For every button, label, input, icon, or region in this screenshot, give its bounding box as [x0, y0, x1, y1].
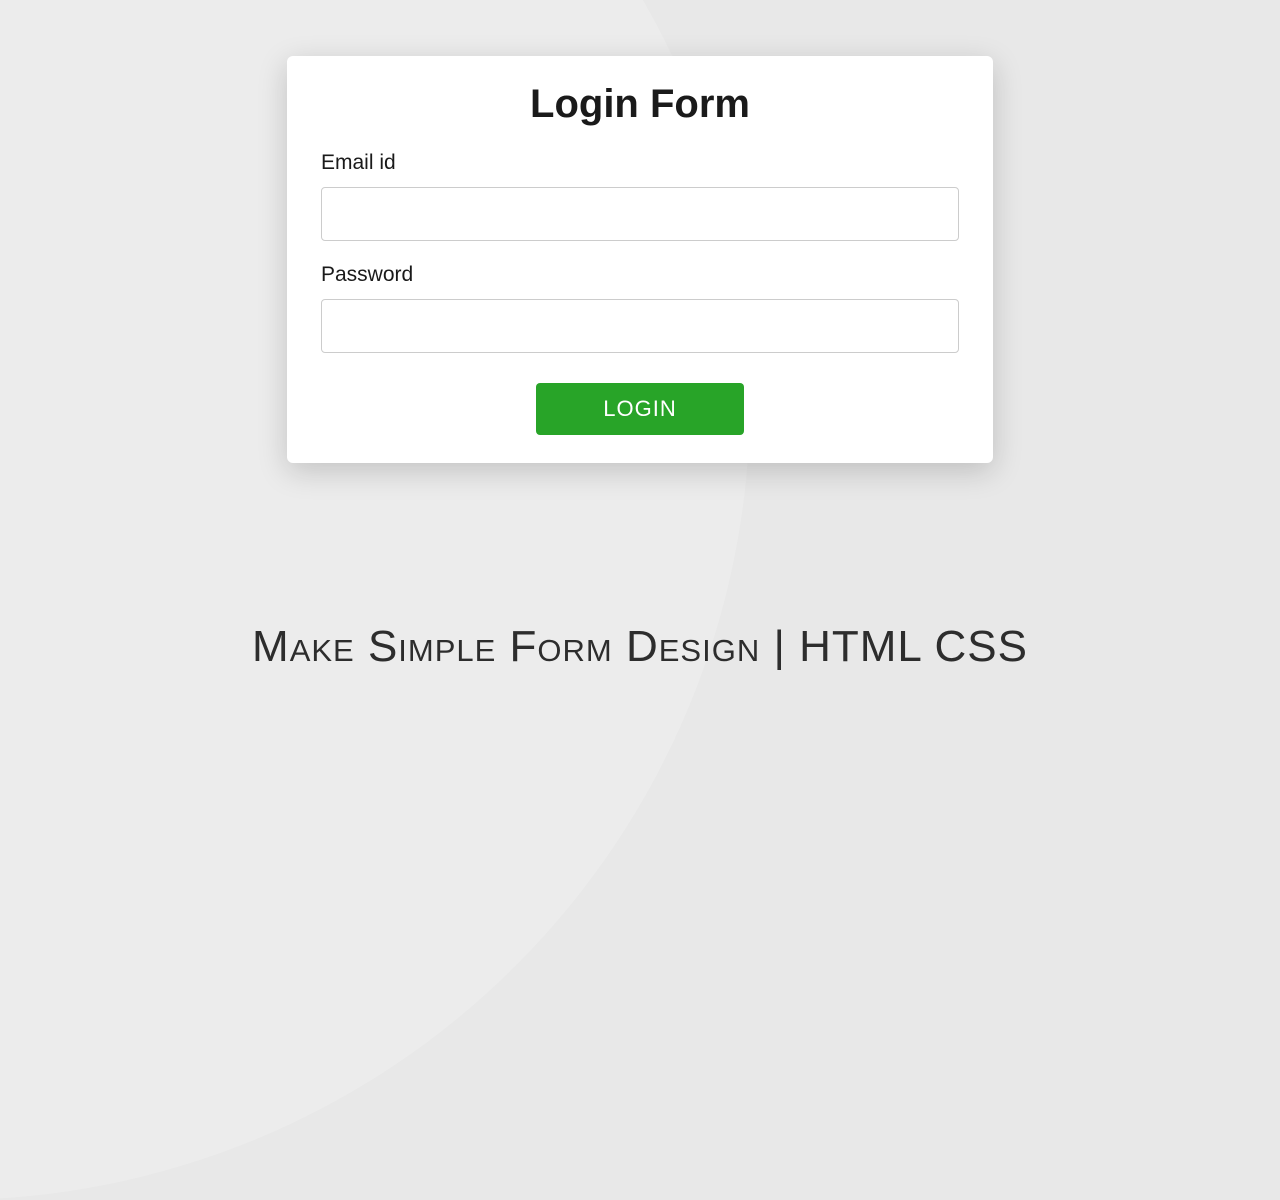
email-label: Email id: [321, 151, 959, 175]
password-label: Password: [321, 263, 959, 287]
login-card: Login Form Email id Password LOGIN: [287, 56, 993, 463]
page-caption: Make Simple Form Design | HTML CSS: [0, 622, 1280, 672]
email-field[interactable]: [321, 187, 959, 241]
login-button[interactable]: LOGIN: [536, 383, 744, 435]
password-field[interactable]: [321, 299, 959, 353]
form-title: Login Form: [321, 82, 959, 127]
